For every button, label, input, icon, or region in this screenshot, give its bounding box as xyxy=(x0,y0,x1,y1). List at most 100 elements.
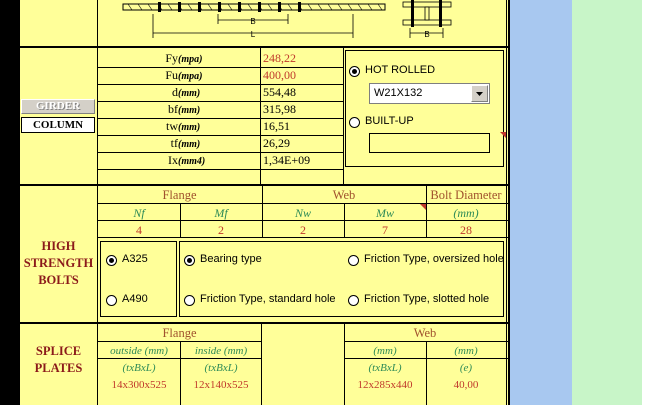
grid-line xyxy=(98,220,508,221)
property-unit: (mpa) xyxy=(178,54,203,65)
beam-drawing: B L B xyxy=(98,0,506,46)
girder-button[interactable]: GIRDER xyxy=(21,99,95,114)
grid-line xyxy=(260,48,261,184)
bolt-web-header: Web xyxy=(332,188,356,202)
property-name: d xyxy=(172,85,178,99)
property-label: Fy (mpa) xyxy=(98,50,256,68)
bolt-type-radio[interactable] xyxy=(184,255,195,266)
splice-section-label: SPLICE PLATES xyxy=(20,343,97,377)
profile-select-button[interactable] xyxy=(471,85,488,102)
bolt-nw-value[interactable]: 2 xyxy=(262,222,344,238)
property-name: Fy xyxy=(165,51,178,65)
property-unit: (mm) xyxy=(178,122,201,133)
property-value[interactable]: 554,48 xyxy=(260,84,340,100)
bolt-diameter-unit: (mm) xyxy=(453,206,479,220)
property-value[interactable]: 1,34E+09 xyxy=(260,152,340,168)
bolt-type-radio[interactable] xyxy=(348,295,359,306)
property-label: bf (mm) xyxy=(98,101,256,119)
grid-line xyxy=(98,237,508,238)
bolts-label-line: BOLTS xyxy=(38,273,79,287)
splice-inside-label: inside (mm) xyxy=(194,345,248,357)
comment-marker-icon xyxy=(420,204,426,210)
property-unit: (mm) xyxy=(178,139,201,150)
splice-inside-value[interactable]: 12x140x525 xyxy=(180,377,262,393)
splice-txbxl-label: (txBxL) xyxy=(204,362,238,374)
girder-label: GIRDER xyxy=(35,100,80,112)
built-up-label: BUILT-UP xyxy=(365,115,414,127)
splice-e-value[interactable]: 40,00 xyxy=(426,377,506,393)
grid-line xyxy=(180,342,181,405)
grid-line xyxy=(20,322,508,324)
splice-outside-value[interactable]: 14x300x525 xyxy=(98,377,180,393)
bolts-label-line: HIGH xyxy=(41,239,76,253)
property-unit: (mm) xyxy=(178,105,201,116)
bolt-diameter-header: Bolt Diameter xyxy=(430,188,502,202)
bolt-mw-subheader: Mw xyxy=(376,206,394,220)
property-value[interactable]: 248,22 xyxy=(260,50,340,66)
property-unit: (mpa) xyxy=(178,71,203,82)
bolt-nf-subheader: Nf xyxy=(133,206,145,220)
grid-line xyxy=(344,204,345,237)
bolt-type-label: Friction Type, slotted hole xyxy=(364,293,490,305)
built-up-radio[interactable] xyxy=(349,117,360,128)
comment-marker-icon xyxy=(500,132,506,138)
bolt-grade-label: A490 xyxy=(122,293,148,305)
profile-select[interactable]: W21X132 xyxy=(369,83,490,104)
bolt-type-label: Friction Type, standard hole xyxy=(200,293,336,305)
splice-e-label: (e) xyxy=(459,362,473,374)
bolt-type-radio[interactable] xyxy=(348,255,359,266)
splice-web-header: Web xyxy=(413,326,437,340)
grid-line xyxy=(180,204,181,237)
splice-txbxl-label: (txBxL) xyxy=(368,362,402,374)
property-label: d (mm) xyxy=(98,84,256,102)
grid-line xyxy=(261,324,262,405)
built-up-input[interactable] xyxy=(369,133,490,153)
property-value[interactable]: 400,00 xyxy=(260,67,340,83)
splice-flange-header: Flange xyxy=(162,326,197,340)
grid-line xyxy=(98,185,508,186)
property-value[interactable]: 26,29 xyxy=(260,135,340,151)
beam-drawing-svg: B L B xyxy=(122,0,452,39)
property-label: tw (mm) xyxy=(98,118,256,136)
blue-panel xyxy=(510,0,572,405)
dim-b-text: B xyxy=(250,17,255,26)
grid-line xyxy=(262,186,263,237)
bolt-grade-radio-a325[interactable] xyxy=(106,255,117,266)
property-name: Ix xyxy=(168,153,178,167)
property-name: tf xyxy=(170,136,178,150)
grid-line xyxy=(98,169,344,170)
bolt-type-label: Bearing type xyxy=(200,253,262,265)
bolts-label-line: STRENGTH xyxy=(23,256,94,270)
bolt-nf-value[interactable]: 4 xyxy=(98,222,180,238)
bolt-diameter-value[interactable]: 28 xyxy=(426,222,506,238)
bolt-nw-subheader: Nw xyxy=(294,206,311,220)
property-label: Ix (mm4) xyxy=(98,152,256,170)
property-value[interactable]: 315,98 xyxy=(260,101,340,117)
hot-rolled-radio[interactable] xyxy=(349,66,360,77)
property-name: Fu xyxy=(165,68,178,82)
bolt-type-radio[interactable] xyxy=(184,295,195,306)
grid-line xyxy=(20,46,508,48)
splice-label-line: PLATES xyxy=(34,361,83,375)
splice-outside-label: outside (mm) xyxy=(110,345,168,357)
bolt-mw-value[interactable]: 7 xyxy=(344,222,426,238)
column-label: COLUMN xyxy=(32,119,84,131)
property-name: bf xyxy=(168,102,178,116)
splice-web-mm-label-2: (mm) xyxy=(454,345,478,357)
property-label: Fu (mpa) xyxy=(98,67,256,85)
grid-line xyxy=(426,186,427,237)
property-unit: (mm4) xyxy=(178,156,206,167)
bolt-grade-radio-a490[interactable] xyxy=(106,295,117,306)
splice-web-value[interactable]: 12x285x440 xyxy=(344,377,426,393)
bolt-grade-label: A325 xyxy=(122,253,148,265)
column-button[interactable]: COLUMN xyxy=(21,117,95,133)
property-label: tf (mm) xyxy=(98,135,256,153)
profile-select-value: W21X132 xyxy=(374,87,423,99)
grid-line xyxy=(344,324,345,405)
bolt-mf-subheader: Mf xyxy=(214,206,228,220)
property-name: tw xyxy=(166,119,178,133)
bolt-mf-value[interactable]: 2 xyxy=(180,222,262,238)
property-value[interactable]: 16,51 xyxy=(260,118,340,134)
bolts-section-label: HIGH STRENGTH BOLTS xyxy=(20,238,97,289)
bolt-type-label: Friction Type, oversized hole xyxy=(364,253,504,265)
